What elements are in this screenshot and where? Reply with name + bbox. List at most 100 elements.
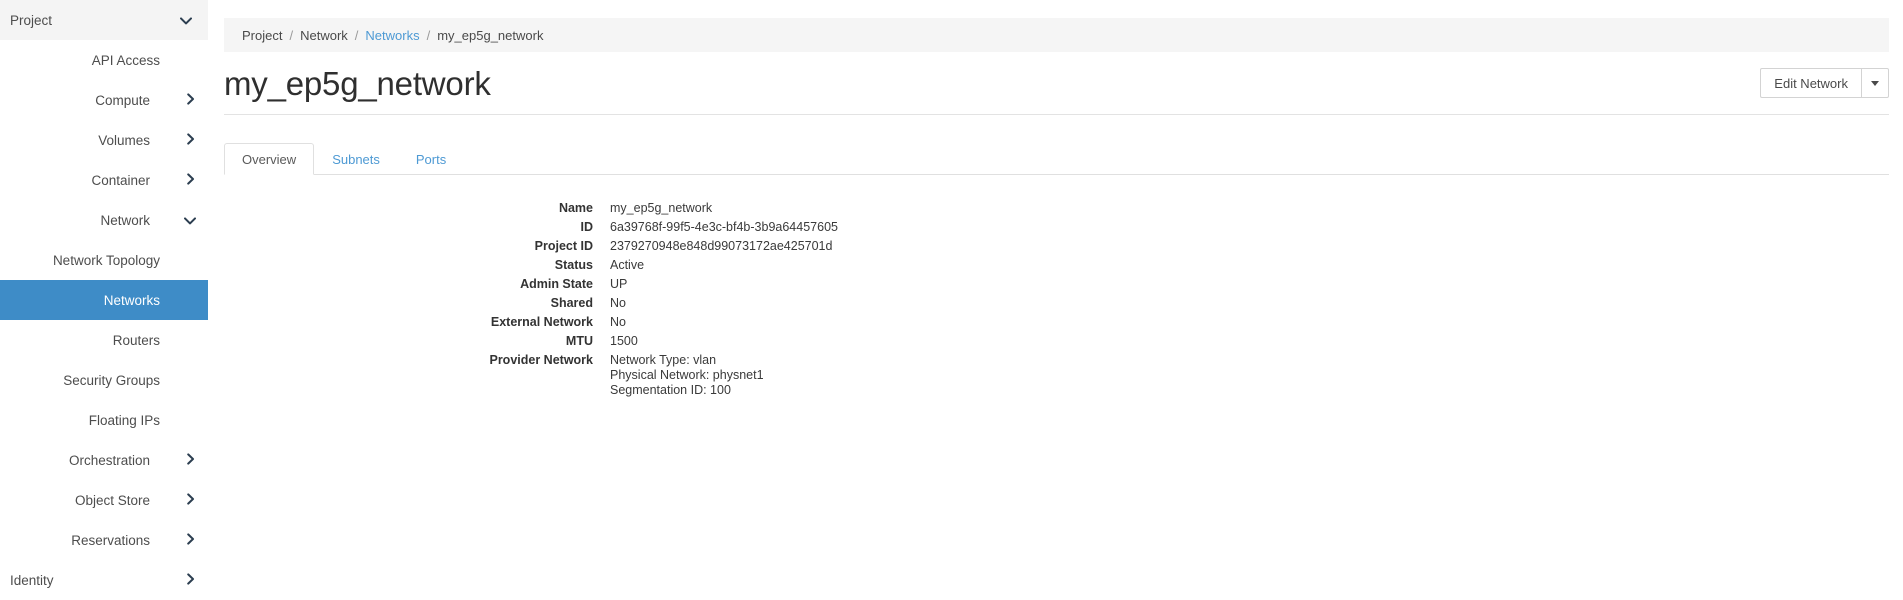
chevron-down-icon <box>174 214 196 227</box>
page-header: my_ep5g_network Edit Network <box>208 62 1903 120</box>
sidebar-item-compute[interactable]: Compute <box>0 80 208 120</box>
detail-label: Admin State <box>520 277 593 291</box>
chevron-right-icon <box>174 453 196 467</box>
breadcrumb-item-my-ep5g-network: my_ep5g_network <box>437 27 544 43</box>
detail-row: Status Active <box>208 258 1903 273</box>
detail-value: No <box>610 296 626 311</box>
breadcrumb-item-project: Project <box>242 27 283 43</box>
detail-label: Status <box>554 258 593 272</box>
sidebar-item-label: API Access <box>91 52 160 68</box>
breadcrumb-separator: / <box>289 27 294 43</box>
detail-value: 6a39768f-99f5-4e3c-bf4b-3b9a64457605 <box>610 220 838 235</box>
sidebar-section-project[interactable]: Project <box>0 0 208 40</box>
sidebar-item-networks[interactable]: Networks <box>0 280 208 320</box>
title-divider <box>224 114 1889 115</box>
sidebar-item-label: Networks <box>103 292 160 308</box>
detail-value-line: Physical Network: physnet1 <box>610 368 764 382</box>
detail-label: External Network <box>490 315 593 329</box>
tab-ports[interactable]: Ports <box>398 143 464 175</box>
sidebar-item-orchestration[interactable]: Orchestration <box>0 440 208 480</box>
breadcrumb: Project / Network / Networks / my_ep5g_network <box>224 18 1889 52</box>
detail-value: my_ep5g_network <box>610 201 712 216</box>
sidebar-item-label: Network Topology <box>52 252 160 268</box>
detail-row: Project ID 2379270948e848d99073172ae42570… <box>208 239 1903 254</box>
detail-value-line: UP <box>610 277 628 291</box>
detail-label: Shared <box>550 296 593 310</box>
sidebar-item-label: Routers <box>112 332 160 348</box>
sidebar-item-object-store[interactable]: Object Store <box>0 480 208 520</box>
chevron-right-icon <box>174 133 196 147</box>
sidebar-item-label: Volumes <box>98 132 150 148</box>
network-detail-page: Project API Access Compute Volumes Containe… <box>0 0 1903 600</box>
detail-row: External Network No <box>208 315 1903 330</box>
detail-row: Shared No <box>208 296 1903 311</box>
main-content: Project / Network / Networks / my_ep5g_network… <box>208 0 1903 600</box>
detail-value-line: Active <box>610 258 645 272</box>
sidebar-item-label: Identity <box>10 572 54 588</box>
detail-value: No <box>610 315 626 330</box>
detail-label: MTU <box>565 334 593 348</box>
sidebar-item-volumes[interactable]: Volumes <box>0 120 208 160</box>
sidebar-item-label: Network <box>100 212 150 228</box>
sidebar-item-api-access[interactable]: API Access <box>0 40 208 80</box>
sidebar-item-label: Floating IPs <box>88 412 160 428</box>
detail-value-line: Segmentation ID: 100 <box>610 383 731 397</box>
sidebar-item-label: Object Store <box>74 492 150 508</box>
breadcrumb-item-network: Network <box>300 27 348 43</box>
detail-value-line: 2379270948e848d99073172ae425701d <box>610 239 833 253</box>
sidebar-item-label: Security Groups <box>63 372 160 388</box>
detail-value: 1500 <box>610 334 638 349</box>
detail-row: Provider Network Network Type: vlan Physic… <box>208 353 1903 398</box>
tab-bar: Overview Subnets Ports <box>224 142 1889 175</box>
detail-value-line: No <box>610 296 626 310</box>
page-actions: Edit Network <box>1760 68 1889 98</box>
sidebar-item-label: Reservations <box>71 532 150 548</box>
sidebar-item-network[interactable]: Network <box>0 200 208 240</box>
detail-value-line: 6a39768f-99f5-4e3c-bf4b-3b9a64457605 <box>610 220 838 234</box>
breadcrumb-separator: / <box>426 27 431 43</box>
detail-value: UP <box>610 277 627 292</box>
chevron-down-icon <box>180 13 192 27</box>
sidebar-section-label: Project <box>10 12 53 28</box>
detail-value: 2379270948e848d99073172ae425701d <box>610 239 832 254</box>
sidebar-item-list: API Access Compute Volumes Container Network… <box>0 40 208 600</box>
detail-value: Active <box>610 258 644 273</box>
sidebar-item-label: Orchestration <box>68 452 150 468</box>
tab-subnets[interactable]: Subnets <box>314 143 398 175</box>
edit-network-button[interactable]: Edit Network <box>1760 68 1861 98</box>
sidebar-item-identity[interactable]: Identity <box>0 560 208 600</box>
detail-row: ID 6a39768f-99f5-4e3c-bf4b-3b9a64457605 <box>208 220 1903 235</box>
sidebar-item-container[interactable]: Container <box>0 160 208 200</box>
chevron-right-icon <box>174 573 196 587</box>
detail-value-line: 1500 <box>610 334 638 348</box>
detail-label: ID <box>580 220 594 234</box>
detail-value-line: Network Type: vlan <box>610 353 717 367</box>
detail-value: Network Type: vlan Physical Network: phys… <box>610 353 764 398</box>
chevron-right-icon <box>174 173 196 187</box>
breadcrumb-item-networks[interactable]: Networks <box>365 28 419 43</box>
sidebar-item-routers[interactable]: Routers <box>0 320 208 360</box>
chevron-right-icon <box>174 493 196 507</box>
sidebar-item-network-topology[interactable]: Network Topology <box>0 240 208 280</box>
edit-network-dropdown-toggle[interactable] <box>1861 68 1889 98</box>
detail-row: Name my_ep5g_network <box>208 201 1903 216</box>
detail-row: MTU 1500 <box>208 334 1903 349</box>
sidebar-item-label: Container <box>91 172 150 188</box>
page-title: my_ep5g_network <box>224 65 491 102</box>
overview-detail-list: Name my_ep5g_network ID 6a39768f-99f5-4e3c-… <box>208 201 1903 402</box>
detail-label: Provider Network <box>489 353 593 367</box>
detail-value-line: my_ep5g_network <box>610 201 713 215</box>
detail-row: Admin State UP <box>208 277 1903 292</box>
chevron-right-icon <box>174 93 196 107</box>
detail-value-line: No <box>610 315 626 329</box>
detail-label: Name <box>558 201 593 215</box>
sidebar-item-floating-ips[interactable]: Floating IPs <box>0 400 208 440</box>
detail-label: Project ID <box>534 239 593 253</box>
sidebar-item-security-groups[interactable]: Security Groups <box>0 360 208 400</box>
sidebar-item-label: Compute <box>95 92 150 108</box>
sidebar-item-reservations[interactable]: Reservations <box>0 520 208 560</box>
breadcrumb-separator: / <box>354 27 359 43</box>
sidebar: Project API Access Compute Volumes Containe… <box>0 0 208 600</box>
tab-overview[interactable]: Overview <box>224 143 315 175</box>
chevron-right-icon <box>174 533 196 547</box>
